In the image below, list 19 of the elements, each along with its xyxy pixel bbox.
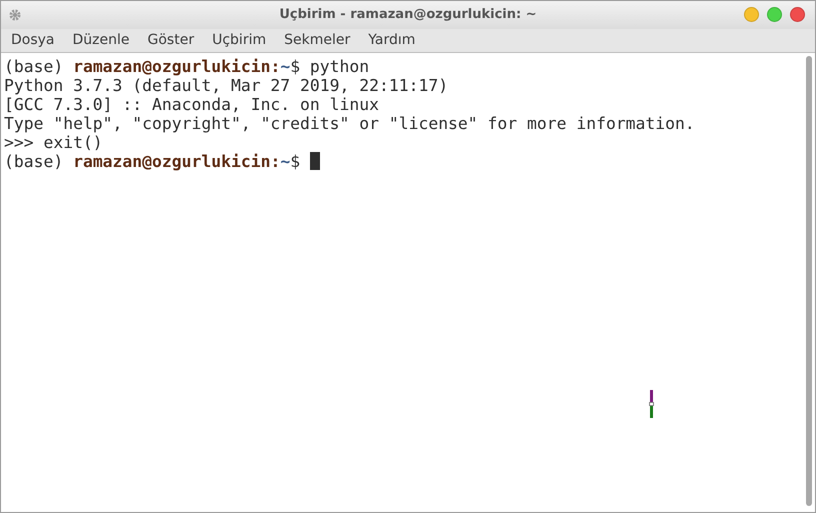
terminal-line: Python 3.7.3 (default, Mar 27 2019, 22:11:17) — [4, 76, 450, 95]
terminal-line: (base) ramazan@ozgurlukicin:~$ python — [4, 57, 370, 76]
maximize-button[interactable] — [767, 7, 782, 22]
menu-item[interactable]: Göster — [138, 30, 204, 51]
menu-item[interactable]: Uçbirim — [203, 30, 276, 51]
close-button[interactable] — [790, 7, 805, 22]
menu-item[interactable]: Yardım — [359, 30, 424, 51]
prompt-line: (base) ramazan@ozgurlukicin:~$ — [4, 152, 815, 171]
menu-item[interactable]: Düzenle — [64, 30, 139, 51]
gear-icon[interactable] — [9, 9, 21, 21]
scrollbar[interactable] — [806, 56, 812, 506]
terminal-line: [GCC 7.3.0] :: Anaconda, Inc. on linux — [4, 95, 380, 114]
terminal-line: >>> exit() — [4, 133, 104, 152]
terminal-line: Type "help", "copyright", "credits" or "license" for more information. — [4, 114, 696, 133]
window-title: Uçbirim - ramazan@ozgurlukicin: ~ — [279, 6, 537, 24]
level-mark-drawing — [649, 390, 654, 418]
minimize-button[interactable] — [744, 7, 759, 22]
menu-item[interactable]: Sekmeler — [275, 30, 360, 51]
menu-item[interactable]: Dosya — [2, 30, 64, 51]
